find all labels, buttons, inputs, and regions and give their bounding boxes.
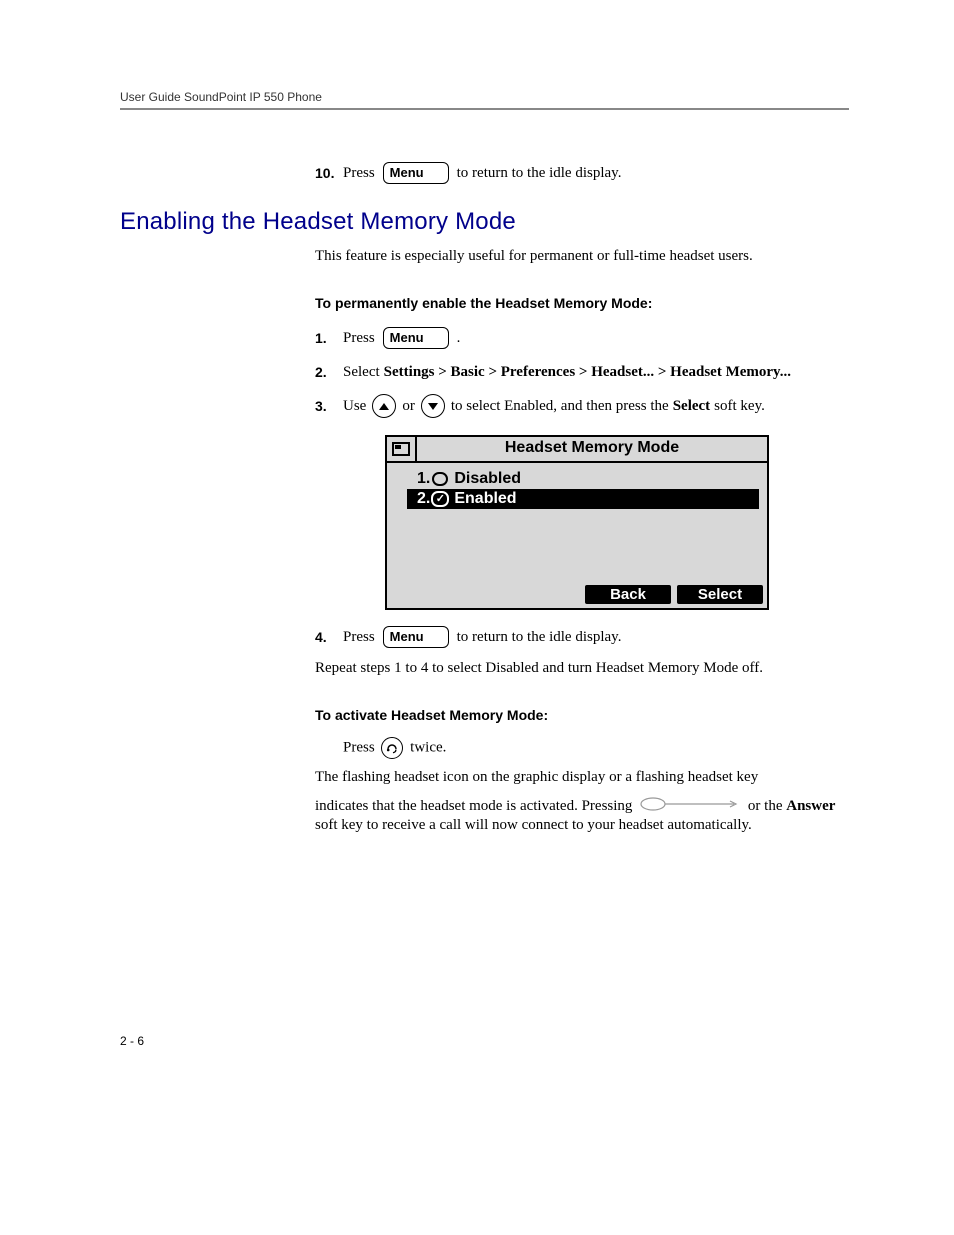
row-index: 1.	[417, 470, 430, 488]
step-number: 1.	[315, 325, 343, 351]
step-text: to return to the idle display.	[457, 624, 622, 650]
step-text: Press	[343, 624, 375, 650]
line-key-icon	[640, 796, 740, 817]
menu-key-icon: Menu	[383, 327, 449, 349]
menu-path: Settings > Basic > Preferences > Headset…	[384, 359, 791, 385]
row-label: Enabled	[454, 490, 516, 508]
phone-screen-row-disabled: 1. Disabled	[415, 469, 755, 489]
step-text: soft key.	[714, 393, 765, 419]
section-heading: Enabling the Headset Memory Mode	[120, 208, 849, 236]
result-text: or the	[748, 798, 786, 814]
menu-key-icon: Menu	[383, 162, 449, 184]
page-number: 2 - 6	[120, 1034, 849, 1048]
enable-step-2: 2. Select Settings > Basic > Preferences…	[315, 359, 849, 385]
arrow-up-icon	[372, 394, 396, 418]
prev-step-10: 10. Press Menu to return to the idle dis…	[315, 160, 849, 186]
enable-step-3: 3. Use or to select Enabled, and then pr…	[315, 393, 849, 419]
row-index: 2.	[417, 490, 430, 508]
select-softkey-ref: Select	[673, 393, 710, 419]
activate-result-1: The flashing headset icon on the graphic…	[315, 769, 849, 786]
step-text: to select Enabled, and then press the	[451, 393, 669, 419]
phone-screen-title: Headset Memory Mode	[417, 437, 767, 461]
phone-screen-row-enabled: 2. ✓ Enabled	[407, 489, 759, 509]
phone-screen: Headset Memory Mode 1. Disabled 2. ✓ Ena…	[385, 435, 769, 610]
step-text: Press	[343, 160, 375, 186]
radio-unchecked-icon	[432, 472, 448, 486]
procedure-heading-enable: To permanently enable the Headset Memory…	[315, 295, 849, 311]
procedure-heading-activate: To activate Headset Memory Mode:	[315, 707, 849, 723]
section-intro: This feature is especially useful for pe…	[315, 248, 849, 265]
result-text: indicates that the headset mode is activ…	[315, 798, 636, 814]
softkey-back: Back	[585, 585, 671, 604]
step-number: 3.	[315, 393, 343, 419]
headset-key-icon	[381, 737, 403, 759]
row-label: Disabled	[454, 470, 521, 488]
step-text: Press	[343, 325, 375, 351]
header-rule	[120, 108, 849, 110]
answer-softkey-ref: Answer	[786, 798, 835, 814]
step-text: or	[402, 393, 415, 419]
result-text: soft key to receive a call will now conn…	[315, 817, 752, 833]
repeat-note: Repeat steps 1 to 4 to select Disabled a…	[315, 660, 849, 677]
menu-key-icon: Menu	[383, 626, 449, 648]
step-text: to return to the idle display.	[457, 160, 622, 186]
step-text: Select	[343, 359, 380, 385]
step-text: twice.	[410, 739, 446, 755]
enable-step-1: 1. Press Menu .	[315, 325, 849, 351]
phone-screen-title-icon	[387, 437, 417, 461]
radio-checked-icon: ✓	[431, 491, 449, 507]
step-text: .	[457, 325, 461, 351]
arrow-down-icon	[421, 394, 445, 418]
activate-result-2: indicates that the headset mode is activ…	[315, 796, 849, 834]
step-number: 10.	[315, 160, 343, 186]
step-text: Use	[343, 393, 366, 419]
step-number: 2.	[315, 359, 343, 385]
softkey-select: Select	[677, 585, 763, 604]
step-number: 4.	[315, 624, 343, 650]
enable-step-4: 4. Press Menu to return to the idle disp…	[315, 624, 849, 650]
running-header: User Guide SoundPoint IP 550 Phone	[120, 90, 849, 104]
step-text: Press	[343, 739, 378, 755]
activate-step: Press twice.	[343, 737, 849, 759]
